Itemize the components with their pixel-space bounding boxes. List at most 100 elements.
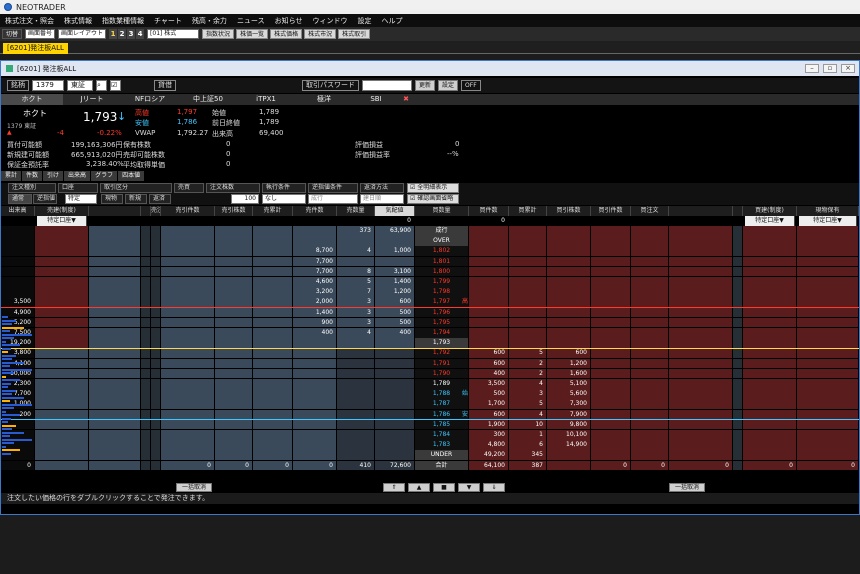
grid-cell[interactable] — [161, 266, 214, 277]
grid-cell[interactable] — [631, 450, 668, 461]
page-button-3[interactable]: 3 — [127, 29, 136, 39]
grid-cell[interactable] — [631, 379, 668, 389]
ladder-nav-1[interactable]: ▲ — [408, 483, 430, 492]
menu-item-7[interactable]: ウィンドウ — [307, 16, 352, 26]
grid-cell[interactable] — [631, 226, 668, 236]
switch-button[interactable]: 切替 — [2, 29, 23, 39]
account-type-select-0[interactable]: 特定口座▼ — [37, 216, 87, 226]
stock-tab-3[interactable]: 中上証50 — [179, 94, 237, 105]
document-tab-order-board[interactable]: [6201]発注板ALL — [3, 43, 68, 54]
quantity-input[interactable]: 100 — [231, 194, 259, 204]
menu-item-9[interactable]: ヘルプ — [376, 16, 407, 26]
menu-item-0[interactable]: 株式注文・照会 — [0, 16, 59, 26]
normal-order-button[interactable]: 通常 — [8, 194, 32, 204]
settings-button[interactable]: 設定 — [438, 80, 459, 91]
grid-cell[interactable] — [161, 430, 214, 440]
cash-button[interactable]: 現物 — [101, 194, 123, 204]
grid-cell[interactable] — [161, 450, 214, 461]
grid-cell[interactable] — [631, 348, 668, 359]
stock-tab-2[interactable]: NFロシア — [121, 94, 179, 105]
grid-cell[interactable] — [161, 419, 214, 430]
off-toggle[interactable]: OFF — [461, 80, 481, 91]
grid-cell[interactable] — [161, 317, 214, 328]
sub-tab-5[interactable]: 四本値 — [118, 171, 145, 181]
page-button-4[interactable]: 4 — [136, 29, 145, 39]
sub-tab-2[interactable]: 引け — [43, 171, 64, 181]
grid-cell[interactable] — [161, 277, 214, 287]
grid-cell[interactable] — [631, 307, 668, 318]
grid-cell[interactable] — [631, 256, 668, 267]
menu-item-8[interactable]: 設定 — [352, 16, 376, 26]
grid-cell[interactable] — [631, 317, 668, 328]
ladder-nav-4[interactable]: ⇓ — [483, 483, 505, 492]
ladder-nav-3[interactable]: ▼ — [458, 483, 480, 492]
refresh-button[interactable]: 更新 — [415, 80, 436, 91]
toolbar-button-2[interactable]: 株式価格 — [270, 29, 303, 39]
screen-number-select[interactable]: 画面番号 — [25, 29, 56, 39]
menu-item-4[interactable]: 残高・余力 — [187, 16, 232, 26]
grid-cell[interactable] — [161, 409, 214, 420]
grid-cell[interactable] — [161, 246, 214, 257]
grid-cell[interactable] — [161, 368, 214, 379]
grid-cell[interactable] — [161, 287, 214, 297]
grid-cell[interactable] — [161, 389, 214, 399]
settle-method-select[interactable]: 建日順 — [360, 194, 404, 204]
password-input[interactable] — [362, 80, 412, 91]
toolbar-button-4[interactable]: 株式取引 — [338, 29, 371, 39]
toolbar-button-0[interactable]: 指数状況 — [202, 29, 235, 39]
layout-select[interactable]: 画面レイアウト — [58, 29, 107, 39]
stock-tab-4[interactable]: iTPX1 — [237, 94, 295, 105]
grid-cell[interactable] — [631, 419, 668, 430]
menu-item-2[interactable]: 指数業種情報 — [97, 16, 149, 26]
condition-select[interactable]: なし — [262, 194, 306, 204]
sub-tab-0[interactable]: 累計 — [1, 171, 22, 181]
grid-cell[interactable] — [161, 297, 214, 308]
grid-cell[interactable] — [631, 297, 668, 308]
grid-cell[interactable] — [161, 348, 214, 359]
stock-tab-close-icon[interactable]: ✖ — [399, 94, 413, 105]
page-button-1[interactable]: 1 — [109, 29, 118, 39]
grid-cell[interactable] — [161, 226, 214, 236]
code-input[interactable]: 1379 — [32, 80, 64, 91]
ladder-nav-0[interactable]: ⇑ — [383, 483, 405, 492]
cancel-all-sell-button[interactable]: 一括取消 — [176, 483, 212, 492]
grid-cell[interactable] — [631, 266, 668, 277]
grid-cell[interactable] — [631, 409, 668, 420]
grid-cell[interactable] — [161, 379, 214, 389]
grid-cell[interactable] — [161, 328, 214, 338]
new-position-button[interactable]: 新規 — [125, 194, 147, 204]
grid-cell[interactable] — [161, 358, 214, 369]
grid-cell[interactable] — [631, 358, 668, 369]
grid-cell[interactable] — [161, 440, 214, 450]
stop-condition-select[interactable]: 成行 — [308, 194, 358, 204]
toolbar-button-1[interactable]: 株価一覧 — [236, 29, 269, 39]
close-position-button[interactable]: 返済 — [149, 194, 171, 204]
skip-confirm-checkbox[interactable]: ☑ 確認画面省略 — [407, 194, 459, 204]
ladder-nav-2[interactable]: ■ — [433, 483, 455, 492]
market-select[interactable]: [01] 株式 — [147, 29, 200, 39]
menu-item-5[interactable]: ニュース — [232, 16, 270, 26]
stock-tab-0[interactable]: ホクト — [1, 94, 63, 105]
stop-order-button[interactable]: 逆指値 — [33, 194, 57, 204]
sub-tab-1[interactable]: 件数 — [22, 171, 43, 181]
menu-item-6[interactable]: お知らせ — [270, 16, 308, 26]
grid-cell[interactable] — [631, 328, 668, 338]
page-button-2[interactable]: 2 — [118, 29, 127, 39]
grid-cell[interactable] — [161, 236, 214, 246]
grid-cell[interactable] — [631, 399, 668, 410]
toolbar-button-3[interactable]: 株式市況 — [304, 29, 337, 39]
grid-cell[interactable] — [631, 440, 668, 450]
grid-cell[interactable] — [161, 338, 214, 348]
grid-cell[interactable] — [631, 430, 668, 440]
search-icon[interactable]: ⌕ — [96, 80, 107, 91]
grid-cell[interactable] — [631, 287, 668, 297]
minimize-icon[interactable]: – — [805, 64, 819, 73]
account-type-select-2[interactable]: 特定口座▼ — [799, 216, 857, 226]
menu-item-3[interactable]: チャート — [149, 16, 187, 26]
stock-tab-5[interactable]: 極洋 — [295, 94, 353, 105]
menu-item-1[interactable]: 株式情報 — [59, 16, 97, 26]
grid-cell[interactable] — [161, 307, 214, 318]
close-icon[interactable]: × — [841, 64, 855, 73]
show-all-checkbox[interactable]: ☑ 全明細表示 — [407, 183, 459, 193]
grid-cell[interactable] — [631, 389, 668, 399]
